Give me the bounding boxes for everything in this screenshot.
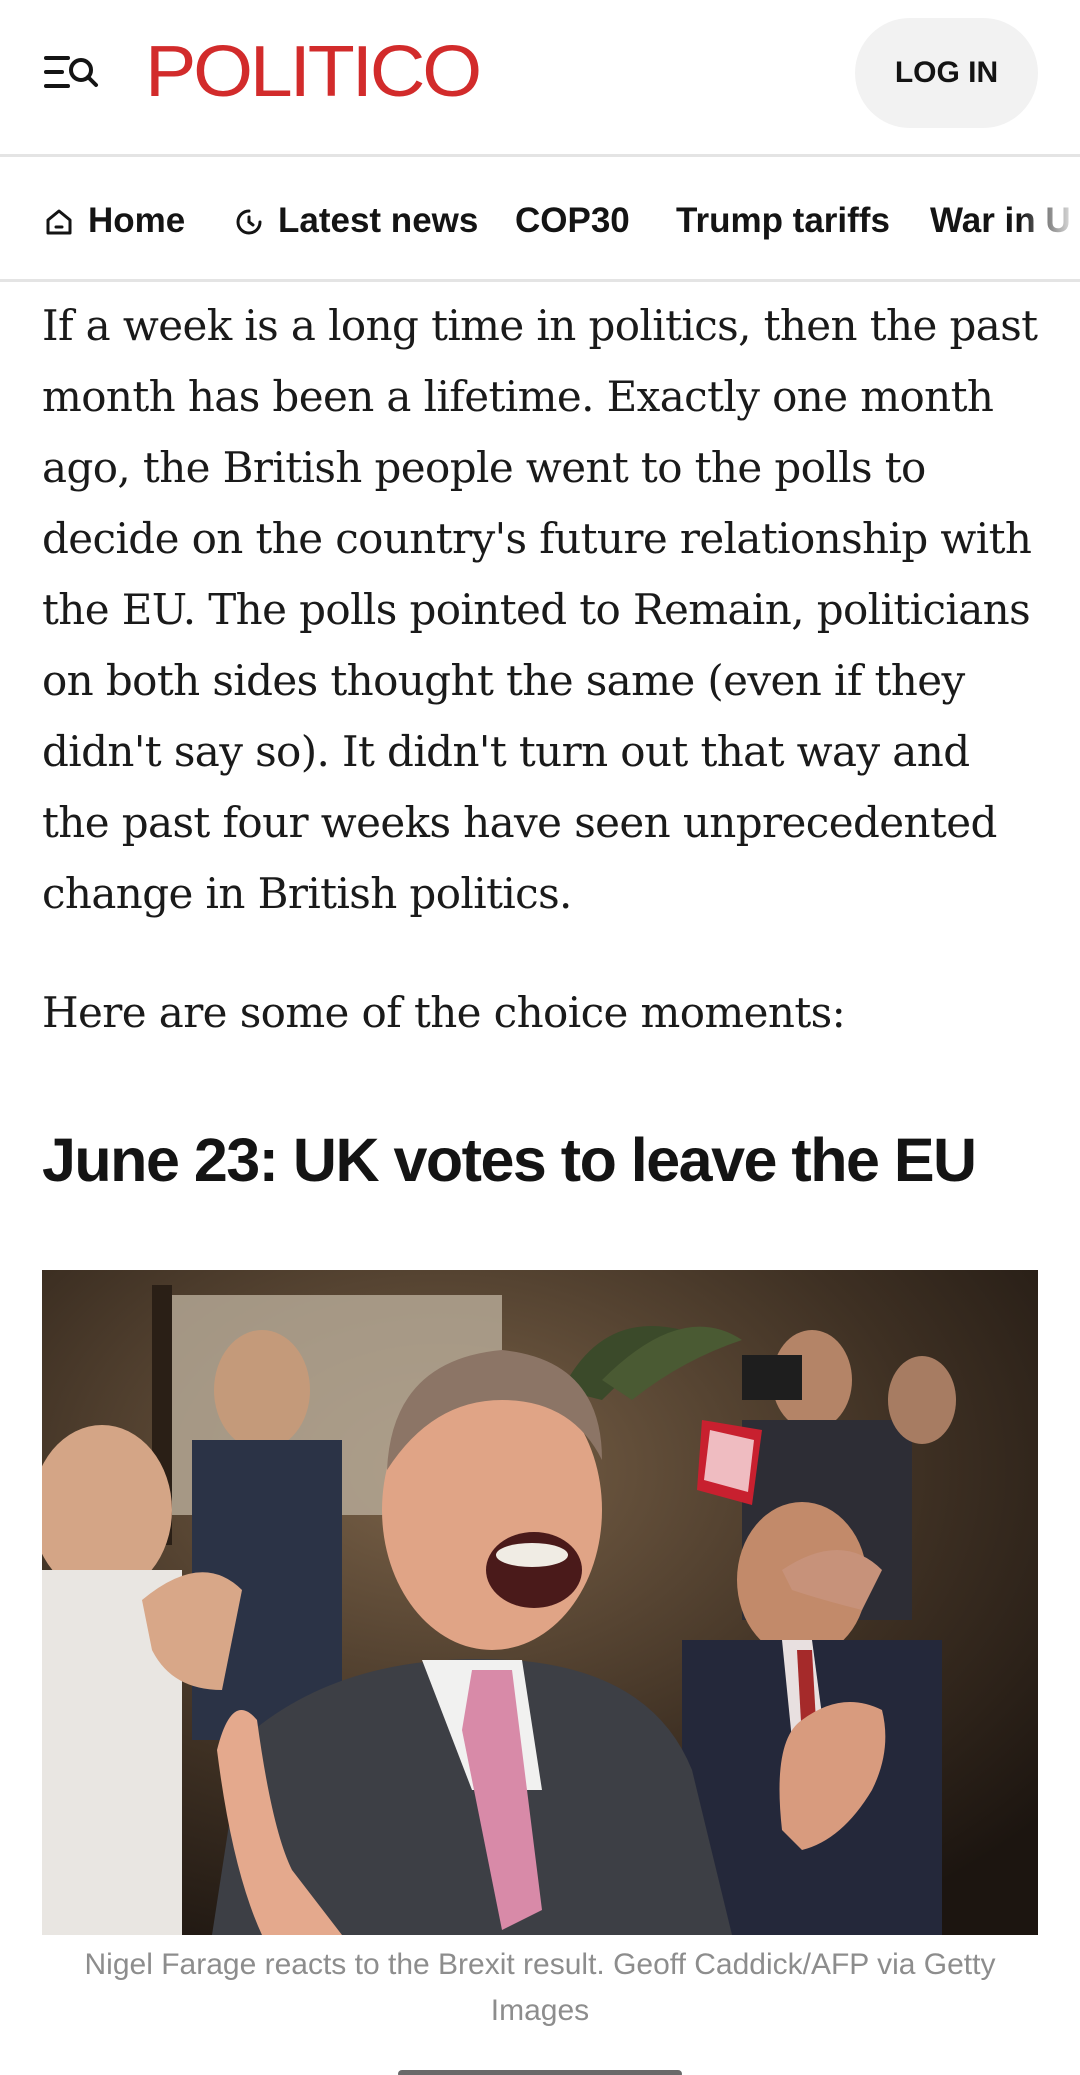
article-lead-in-paragraph: Here are some of the choice moments:: [42, 988, 846, 1037]
nav-item-label: Trump tariffs: [676, 201, 890, 240]
photo-caption: Nigel Farage reacts to the Brexit result…: [84, 1948, 996, 2027]
nav-item-label: Home: [88, 201, 186, 240]
menu-search-icon[interactable]: [42, 50, 100, 94]
nav-item-label: COP30: [515, 201, 630, 240]
nav-item-label: Latest news: [278, 201, 479, 240]
nav-item-home[interactable]: Home: [44, 160, 186, 279]
home-indicator[interactable]: [398, 2070, 682, 2075]
politico-logo[interactable]: POLITICO: [145, 32, 482, 112]
nav-item-cop30[interactable]: COP30: [515, 160, 630, 279]
nav-scroll-fade: [1020, 160, 1080, 279]
topic-nav: Home Latest news COP30 Trump tariffs War…: [0, 160, 1080, 282]
login-button[interactable]: LOG IN: [855, 18, 1038, 128]
top-header: POLITICO LOG IN: [0, 0, 1080, 157]
nav-item-trump-tariffs[interactable]: Trump tariffs: [676, 160, 890, 279]
nav-item-latest-news[interactable]: Latest news: [234, 160, 479, 279]
section-heading: June 23: UK votes to leave the EU: [42, 1126, 977, 1194]
article-intro-paragraph: If a week is a long time in politics, th…: [42, 301, 1038, 918]
home-icon: [44, 206, 74, 236]
article-photo[interactable]: [42, 1270, 1038, 1935]
article-body: If a week is a long time in politics, th…: [42, 290, 1042, 929]
clock-icon: [234, 206, 264, 236]
